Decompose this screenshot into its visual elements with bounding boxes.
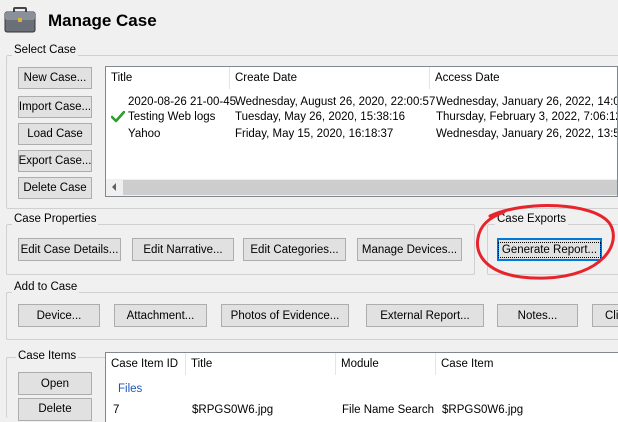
case-access-date: Thursday, February 3, 2022, 7:06:12 <box>436 111 618 123</box>
new-case-button[interactable]: New Case... <box>18 67 92 89</box>
case-access-date: Wednesday, January 26, 2022, 14:07: <box>436 96 618 108</box>
case-title: 2020-08-26 21-00-45 <box>128 96 237 108</box>
checkmark-icon <box>111 111 125 123</box>
arrow-left-icon <box>112 183 116 191</box>
column-header-module[interactable]: Module <box>336 353 436 375</box>
case-access-date: Wednesday, January 26, 2022, 13:53: <box>436 128 618 140</box>
scroll-thumb[interactable] <box>123 180 617 195</box>
column-header-title[interactable]: Title <box>106 67 230 89</box>
briefcase-icon <box>4 7 36 33</box>
delete-case-button[interactable]: Delete Case <box>18 177 92 199</box>
case-item-value: $RPGS0W6.jpg <box>442 404 524 416</box>
add-photos-of-evidence-button[interactable]: Photos of Evidence... <box>221 304 349 327</box>
edit-categories-button[interactable]: Edit Categories... <box>243 238 346 261</box>
case-title: Yahoo <box>128 128 161 140</box>
add-attachment-button[interactable]: Attachment... <box>114 304 207 327</box>
page-title: Manage Case <box>48 11 157 30</box>
red-circle-annotation <box>475 204 615 280</box>
case-create-date: Tuesday, May 26, 2020, 15:38:16 <box>235 111 406 123</box>
delete-case-item-button[interactable]: Delete <box>18 398 92 421</box>
horizontal-scrollbar[interactable] <box>106 179 617 196</box>
import-case-button[interactable]: Import Case... <box>18 96 92 118</box>
case-item-module: File Name Search <box>342 404 435 416</box>
export-case-button[interactable]: Export Case... <box>18 150 92 172</box>
column-header-access-date[interactable]: Access Date <box>430 67 617 89</box>
manage-devices-button[interactable]: Manage Devices... <box>357 238 462 261</box>
add-external-report-button[interactable]: External Report... <box>366 304 484 327</box>
case-item-id: 7 <box>113 404 120 416</box>
group-header-files[interactable]: Files <box>118 382 142 396</box>
case-list[interactable]: Title Create Date Access Date 2020-08-26… <box>105 66 618 197</box>
open-case-item-button[interactable]: Open <box>18 372 92 395</box>
column-header-create-date[interactable]: Create Date <box>230 67 430 89</box>
case-title: Testing Web logs <box>128 111 216 123</box>
add-notes-button[interactable]: Notes... <box>497 304 578 327</box>
add-device-button[interactable]: Device... <box>18 304 100 327</box>
edit-narrative-button[interactable]: Edit Narrative... <box>132 238 234 261</box>
case-items-list[interactable]: Case Item ID Title Module Case Item File… <box>105 352 618 422</box>
edit-case-details-button[interactable]: Edit Case Details... <box>18 238 121 261</box>
add-to-case-label: Add to Case <box>12 281 80 294</box>
case-create-date: Wednesday, August 26, 2020, 22:00:57 <box>235 96 436 108</box>
case-items-label: Case Items <box>16 350 79 363</box>
load-case-button[interactable]: Load Case <box>18 123 92 145</box>
column-header-title[interactable]: Title <box>186 353 336 375</box>
select-case-label: Select Case <box>12 44 79 57</box>
column-header-case-item-id[interactable]: Case Item ID <box>106 353 186 375</box>
add-clip-button[interactable]: Cli <box>592 304 618 327</box>
case-properties-label: Case Properties <box>12 213 99 226</box>
scroll-left-button[interactable] <box>106 179 123 196</box>
column-header-case-item[interactable]: Case Item <box>436 353 618 375</box>
case-item-title: $RPGS0W6.jpg <box>192 404 274 416</box>
case-create-date: Friday, May 15, 2020, 16:18:37 <box>235 128 394 140</box>
